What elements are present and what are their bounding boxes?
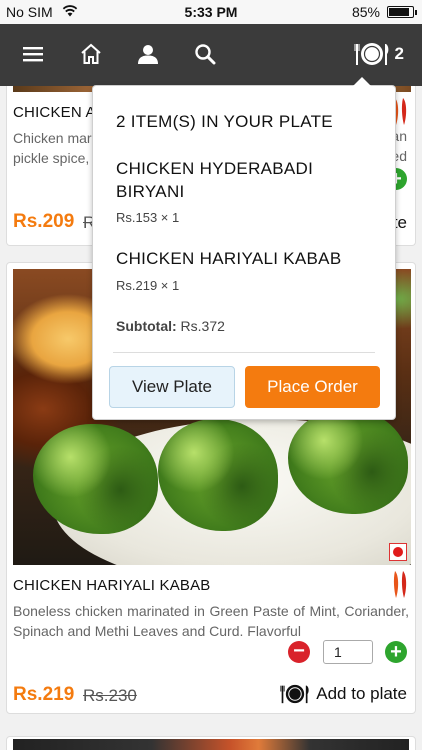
popup-title: 2 ITEM(S) IN YOUR PLATE <box>116 112 333 131</box>
plate-item-price: Rs.153 × 1 <box>116 210 180 225</box>
subtotal: Subtotal: Rs.372 <box>116 318 225 334</box>
home-icon <box>81 43 101 64</box>
product-mrp: Rs.230 <box>83 686 137 705</box>
product-image <box>13 739 409 750</box>
status-bar: No SIM 5:33 PM 85% <box>0 0 422 24</box>
plate-icon <box>354 43 388 65</box>
account-button[interactable] <box>133 39 163 69</box>
subtotal-value: Rs.372 <box>180 318 225 334</box>
chili-icon <box>393 571 407 598</box>
plate-button[interactable]: 2 <box>354 41 404 67</box>
battery-percent: 85% <box>351 4 380 20</box>
battery-level <box>389 8 409 16</box>
plate-popup: 2 ITEM(S) IN YOUR PLATE CHICKEN HYDERABA… <box>92 77 396 420</box>
increase-quantity-button[interactable]: + <box>385 641 407 663</box>
plate-item-price: Rs.219 × 1 <box>116 278 180 293</box>
plate-icon <box>280 684 309 704</box>
product-description: Boneless chicken marinated in Green Past… <box>13 603 409 639</box>
product-title: CHICKEN HARIYALI KABAB <box>13 577 211 594</box>
plate-count-badge: 2 <box>394 44 404 63</box>
view-plate-button[interactable]: View Plate <box>109 366 235 408</box>
add-to-plate-label: Add to plate <box>316 684 407 703</box>
product-price: Rs.209 <box>13 211 75 232</box>
plate-item-name: CHICKEN HYDERABADI BIRYANI <box>116 159 314 201</box>
non-veg-badge-icon <box>389 543 407 561</box>
search-button[interactable] <box>190 39 220 69</box>
home-button[interactable] <box>76 39 106 69</box>
subtotal-label: Subtotal: <box>116 318 177 334</box>
search-icon <box>195 44 216 65</box>
divider <box>113 352 375 353</box>
quantity-input[interactable] <box>323 640 373 664</box>
menu-button[interactable] <box>18 39 48 69</box>
user-icon <box>138 45 158 64</box>
kabab-graphic <box>33 424 158 534</box>
battery-icon <box>387 6 417 18</box>
plate-item-name: CHICKEN HARIYALI KABAB <box>116 249 342 268</box>
decrease-quantity-button[interactable]: − <box>288 641 310 663</box>
product-card <box>6 736 416 750</box>
add-to-plate-button[interactable]: Add to plate <box>280 683 407 705</box>
popup-arrow <box>353 77 371 86</box>
product-price: Rs.219 <box>13 684 75 705</box>
place-order-button[interactable]: Place Order <box>245 366 380 408</box>
menu-icon <box>23 47 43 62</box>
